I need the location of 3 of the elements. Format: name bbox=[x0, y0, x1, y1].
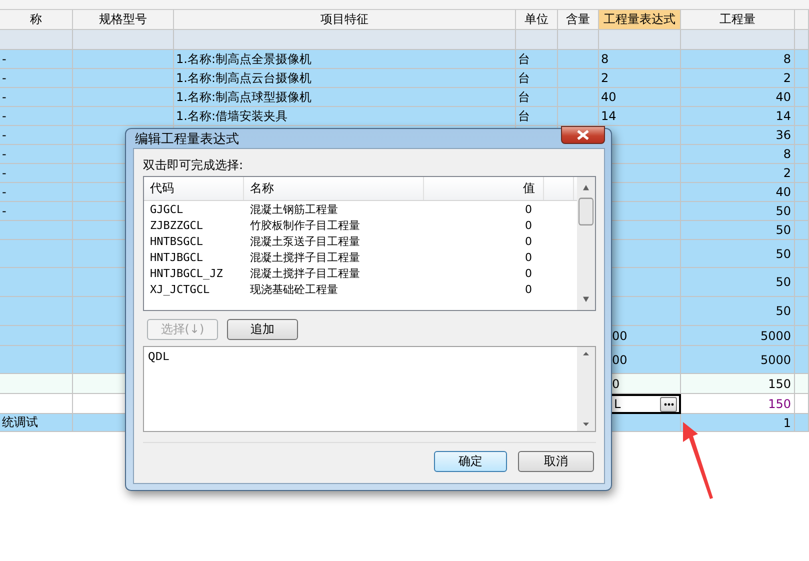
hint-label: 双击即可完成选择: bbox=[143, 157, 244, 174]
dialog-title: 编辑工程量表达式 bbox=[134, 130, 239, 148]
table-cell: 统调试 bbox=[0, 414, 73, 432]
